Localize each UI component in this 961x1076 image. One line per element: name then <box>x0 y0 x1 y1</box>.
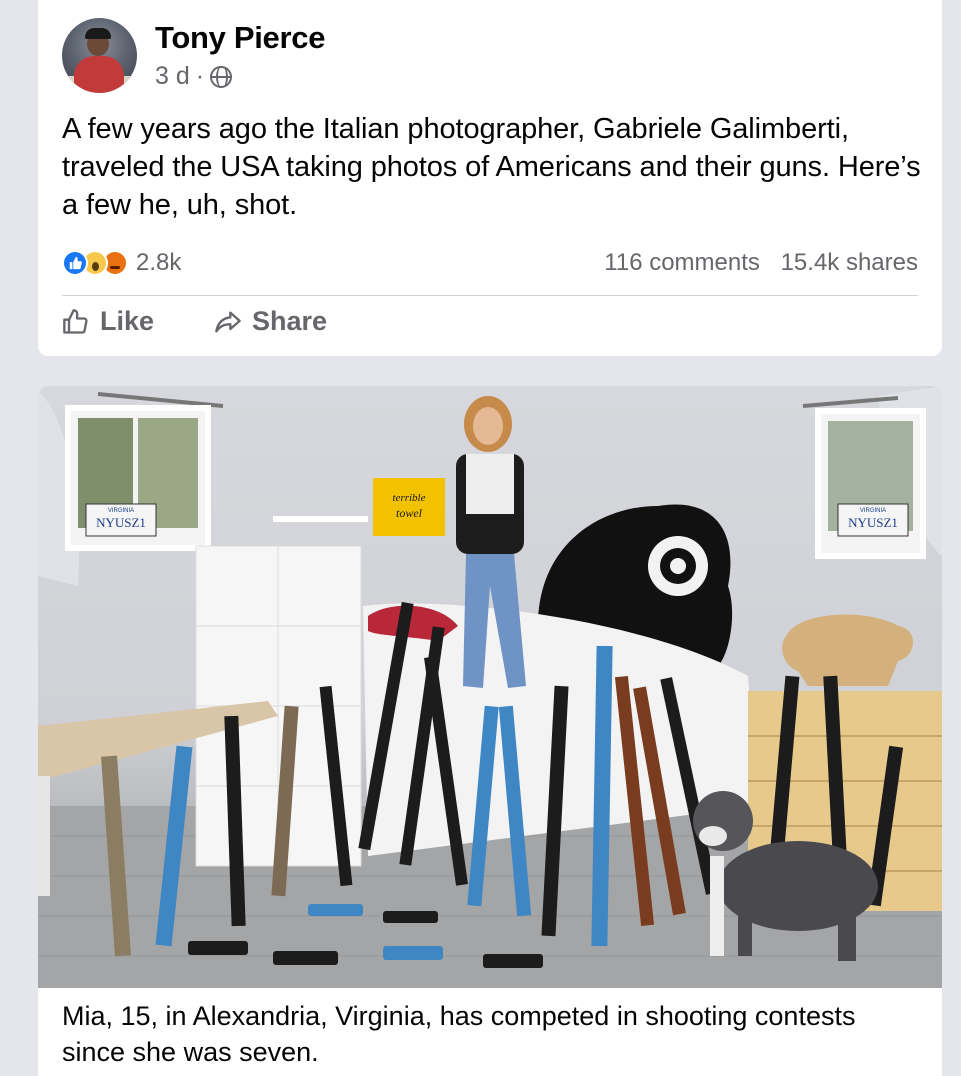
photo-card: VIRGINIA NYUSZ1 VIRGINIA NYUSZ1 terrible… <box>38 386 942 1076</box>
like-label: Like <box>100 306 155 336</box>
share-arrow-icon <box>215 311 241 332</box>
author-name[interactable]: Tony Pierce <box>155 20 325 56</box>
share-label: Share <box>252 306 328 336</box>
towel-text-1: terrible <box>393 492 426 504</box>
plate-right: NYUSZ1 <box>848 515 898 530</box>
post-header: Tony Pierce 3 d · <box>62 18 325 93</box>
reaction-count: 2.8k <box>136 249 182 276</box>
like-icon <box>62 250 88 276</box>
share-button[interactable]: Share <box>214 306 327 337</box>
photo-caption: Mia, 15, in Alexandria, Virginia, has co… <box>62 1001 856 1067</box>
photo-illustration: VIRGINIA NYUSZ1 VIRGINIA NYUSZ1 terrible… <box>38 386 942 988</box>
plate-state-right: VIRGINIA <box>860 508 886 514</box>
towel-text-2: towel <box>396 506 423 520</box>
post-actions: Like Share <box>62 306 327 337</box>
avatar[interactable] <box>62 18 137 93</box>
reactions-summary[interactable]: 2.8k <box>62 249 181 277</box>
meta-separator: · <box>195 62 205 90</box>
comments-count[interactable]: 116 comments <box>604 249 760 276</box>
like-button[interactable]: Like <box>62 306 154 337</box>
post-photo[interactable]: VIRGINIA NYUSZ1 VIRGINIA NYUSZ1 terrible… <box>38 386 942 988</box>
post-text: A few years ago the Italian photographer… <box>62 113 921 221</box>
post-card: Tony Pierce 3 d · A few years ago the It… <box>38 0 942 356</box>
post-stats: 2.8k 116 comments 15.4k shares <box>62 248 918 278</box>
post-timestamp[interactable]: 3 d <box>155 62 190 91</box>
divider <box>62 295 918 296</box>
plate-state-left: VIRGINIA <box>108 508 134 514</box>
globe-icon <box>210 65 233 88</box>
plate-left: NYUSZ1 <box>96 515 146 530</box>
shares-count[interactable]: 15.4k shares <box>781 249 918 276</box>
thumbs-up-icon <box>63 308 88 334</box>
